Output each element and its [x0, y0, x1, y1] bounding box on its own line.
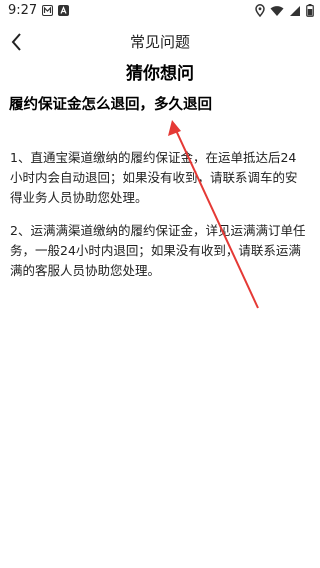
- signal-icon: [290, 5, 300, 16]
- page-title: 常见问题: [129, 33, 190, 51]
- status-system-icons: [255, 4, 314, 17]
- status-time: 9:27: [8, 3, 38, 18]
- answer-paragraph: 1、直通宝渠道缴纳的履约保证金，在运单抵达后24小时内会自动退回；如果没有收到，…: [10, 150, 298, 205]
- status-notification-icons: [42, 5, 69, 16]
- location-icon: [255, 4, 265, 17]
- wifi-icon: [270, 5, 284, 16]
- notification-a-icon: [58, 5, 69, 16]
- notification-m-icon: [42, 5, 53, 16]
- question-title: 履约保证金怎么退回，多久退回: [9, 97, 212, 113]
- nav-bar: 常见问题: [0, 28, 320, 56]
- status-bar: 9:27: [0, 0, 320, 22]
- section-heading: 猜你想问: [126, 64, 194, 84]
- faq-screen: 9:27 常见问题 猜你想问 履约保证金怎么退回，多久退回 1、直通宝渠道缴纳的…: [0, 0, 320, 568]
- battery-icon: [306, 4, 314, 17]
- answer-paragraph: 2、运满满渠道缴纳的履约保证金，详见运满满订单任务，一般24小时内退回；如果没有…: [10, 223, 306, 278]
